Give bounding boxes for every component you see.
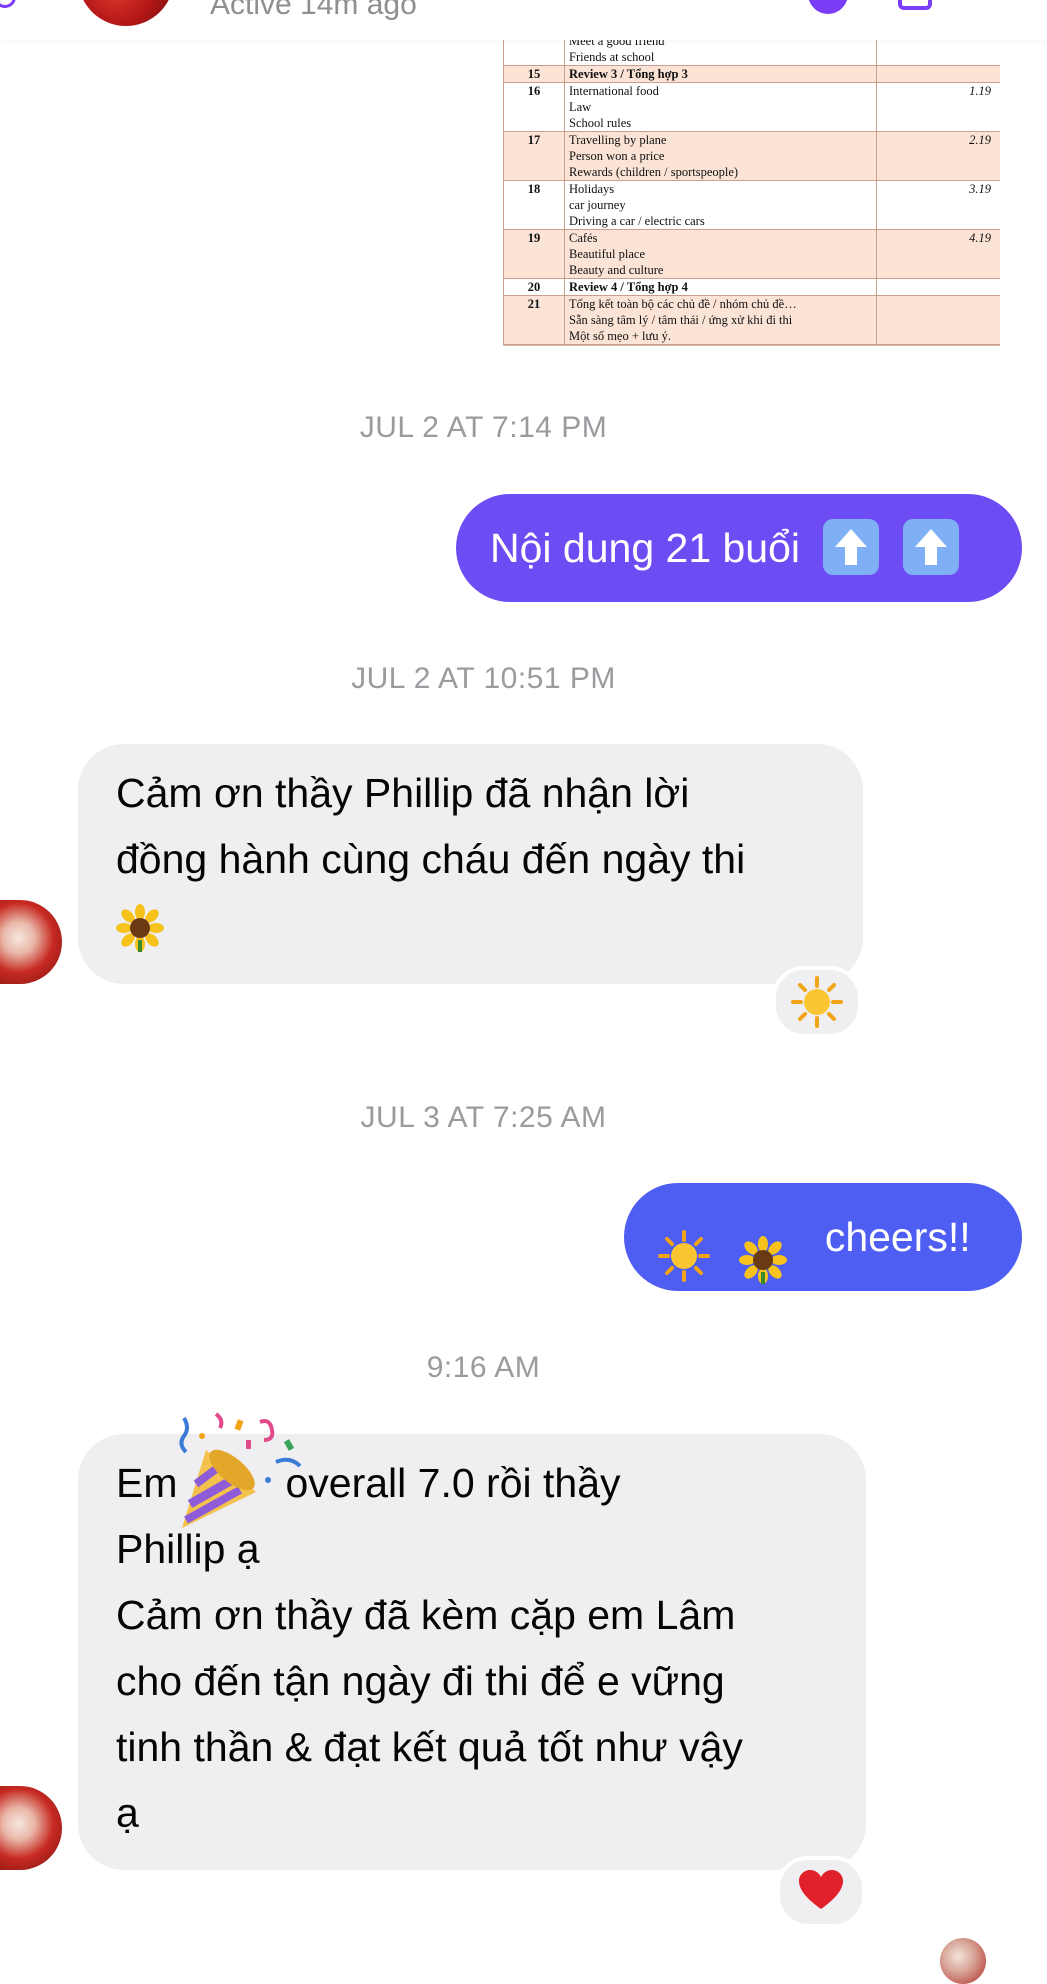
contact-avatar[interactable] <box>0 900 62 984</box>
message-line: tinh thần & đạt kết quả tốt như vậy <box>116 1724 743 1770</box>
timestamp: JUL 2 AT 10:51 PM <box>351 662 616 695</box>
session-code <box>876 278 1000 296</box>
schedule-image-attachment[interactable]: Meet a good friend Friends at school 15 Rev… <box>503 40 1000 346</box>
session-topics: Review 3 / Tổng hợp 3 <box>564 65 877 83</box>
topic-line: Review 4 / Tổng hợp 4 <box>569 280 688 294</box>
call-icon[interactable] <box>808 0 848 14</box>
topic-line: Tổng kết toàn bộ các chủ đề / nhóm chủ đ… <box>569 297 797 311</box>
sun-emoji-icon <box>658 1214 710 1283</box>
message-text: overall 7.0 rồi thầy <box>285 1460 621 1506</box>
session-number: 17 <box>503 131 565 181</box>
session-number: 16 <box>503 82 565 132</box>
topic-line: Person won a price <box>569 149 665 163</box>
topic-line: Beauty and culture <box>569 263 664 277</box>
schedule-row: 19 Cafés Beautiful place Beauty and culture… <box>503 229 1000 279</box>
active-status: Active 14m ago <box>210 0 417 21</box>
session-number: 15 <box>503 65 565 83</box>
timestamp: JUL 2 AT 7:14 PM <box>359 411 608 444</box>
message-text: Em <box>116 1460 178 1506</box>
schedule-row: 20 Review 4 / Tổng hợp 4 <box>503 278 1000 296</box>
session-code: 4.19 <box>876 229 1000 279</box>
contact-avatar[interactable] <box>0 1786 62 1870</box>
topic-line: Sẵn sàng tâm lý / tâm thái / ứng xử khi … <box>569 313 793 327</box>
message-reaction[interactable] <box>776 1856 866 1928</box>
schedule-row: 17 Travelling by plane Person won a price R… <box>503 131 1000 181</box>
topic-line: Holidays <box>569 182 615 196</box>
session-topics: International food Law School rules <box>564 82 877 132</box>
session-code <box>876 40 1000 66</box>
session-code: 2.19 <box>876 131 1000 181</box>
sunflower-emoji-icon <box>116 904 164 953</box>
message-reaction[interactable] <box>772 966 862 1038</box>
message-line: Cảm ơn thầy đã kèm cặp em Lâm <box>116 1592 736 1638</box>
topic-line: Một số mẹo + lưu ý. <box>569 329 672 343</box>
session-number <box>503 40 565 66</box>
heart-emoji-icon <box>798 1869 844 1916</box>
topic-line: Rewards (children / sportspeople) <box>569 165 739 179</box>
session-number: 19 <box>503 229 565 279</box>
session-topics: Holidays car journey Driving a car / elect… <box>564 180 877 230</box>
session-topics: Meet a good friend Friends at school <box>564 40 877 66</box>
up-arrow-emoji-icon <box>823 519 880 576</box>
session-code <box>876 65 1000 83</box>
session-code <box>876 295 1000 345</box>
session-topics: Cafés Beautiful place Beauty and culture <box>564 229 877 279</box>
message-line: đồng hành cùng cháu đến ngày thi <box>116 836 746 882</box>
incoming-message[interactable]: Cảm ơn thầy Phillip đã nhận lời đồng hàn… <box>78 744 863 984</box>
session-topics: Review 4 / Tổng hợp 4 <box>564 278 877 296</box>
session-topics: Tổng kết toàn bộ các chủ đề / nhóm chủ đ… <box>564 295 877 345</box>
schedule-row: Meet a good friend Friends at school <box>503 40 1000 66</box>
schedule-row: 15 Review 3 / Tổng hợp 3 <box>503 65 1000 83</box>
topic-line: Meet a good friend <box>569 40 665 48</box>
schedule-row: 16 International food Law School rules 1.19 <box>503 82 1000 132</box>
schedule-row: 18 Holidays car journey Driving a car / ele… <box>503 180 1000 230</box>
session-number: 20 <box>503 278 565 296</box>
topic-line: car journey <box>569 198 626 212</box>
sun-emoji-icon <box>791 976 843 1028</box>
topic-line: Travelling by plane <box>569 133 667 147</box>
topic-line: Cafés <box>569 231 598 245</box>
video-call-icon[interactable] <box>898 0 932 10</box>
session-topics: Travelling by plane Person won a price Rew… <box>564 131 877 181</box>
topic-line: Beautiful place <box>569 247 646 261</box>
up-arrow-emoji-icon <box>902 519 959 576</box>
topic-line: Friends at school <box>569 50 655 64</box>
message-line: ạ <box>116 1790 139 1836</box>
party-popper-icon <box>176 1410 306 1535</box>
contact-avatar[interactable] <box>78 0 174 26</box>
outgoing-message[interactable]: Nội dung 21 buổi <box>456 494 1022 602</box>
session-number: 21 <box>503 295 565 345</box>
session-code: 3.19 <box>876 180 1000 230</box>
back-icon[interactable] <box>0 0 16 8</box>
message-text: Nội dung 21 buổi <box>490 525 801 571</box>
seen-avatar <box>940 1938 986 1984</box>
session-code: 1.19 <box>876 82 1000 132</box>
chat-header: Active 14m ago <box>0 0 1047 40</box>
topic-line: Driving a car / electric cars <box>569 214 705 228</box>
schedule-table: Meet a good friend Friends at school 15 Rev… <box>503 40 1000 345</box>
message-line: cho đến tận ngày đi thi để e vững <box>116 1658 725 1704</box>
sunflower-emoji-icon <box>739 1216 788 1285</box>
schedule-row: 21 Tổng kết toàn bộ các chủ đề / nhóm chủ… <box>503 295 1000 345</box>
timestamp: JUL 3 AT 7:25 AM <box>360 1101 607 1134</box>
topic-line: School rules <box>569 116 632 130</box>
session-number: 18 <box>503 180 565 230</box>
timestamp: 9:16 AM <box>426 1351 541 1384</box>
topic-line: Law <box>569 100 592 114</box>
message-text: cheers!! <box>824 1214 971 1260</box>
message-line: Cảm ơn thầy Phillip đã nhận lời <box>116 770 690 816</box>
outgoing-message[interactable]: cheers!! <box>624 1183 1022 1291</box>
topic-line: Review 3 / Tổng hợp 3 <box>569 67 688 81</box>
topic-line: International food <box>569 84 659 98</box>
